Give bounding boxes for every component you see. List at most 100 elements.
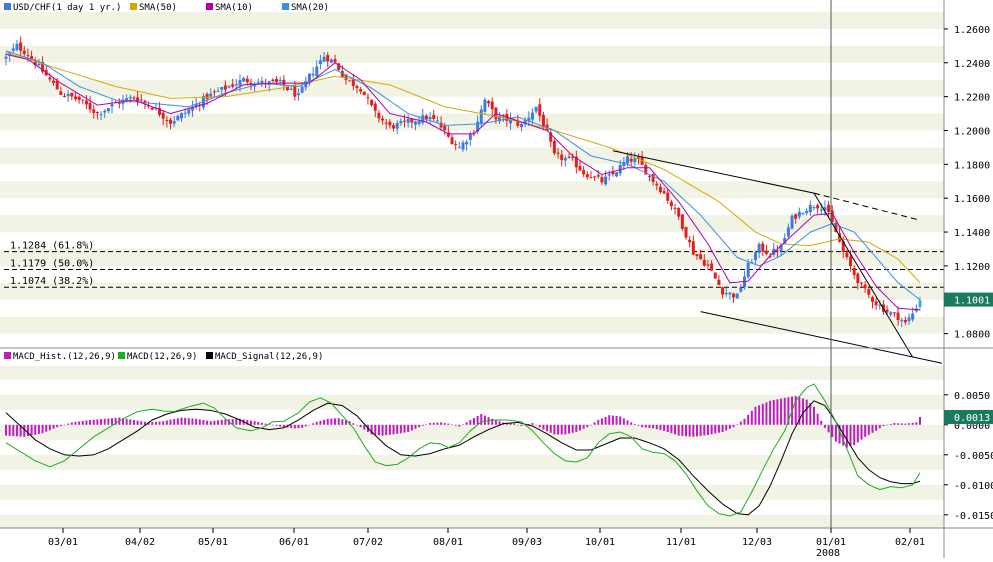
histogram-bar (600, 418, 603, 425)
histogram-bar (37, 424, 40, 434)
candle-body (695, 254, 699, 256)
histogram-bar (919, 417, 921, 425)
candle-body (706, 264, 710, 266)
price-tick-label: 1.1600 (954, 194, 990, 205)
histogram-bar (388, 424, 391, 435)
price-legend-swatch (206, 3, 213, 10)
histogram-bar (151, 422, 154, 425)
candle-body (849, 256, 853, 267)
histogram-bar (571, 424, 574, 433)
histogram-bar (8, 424, 11, 436)
candle-body (95, 111, 99, 114)
histogram-bar (414, 424, 417, 429)
histogram-bar (754, 406, 757, 425)
candle-body (680, 214, 684, 229)
histogram-bar (886, 424, 889, 426)
candle-body (231, 84, 235, 87)
candle-body (538, 104, 542, 116)
candle-body (552, 140, 556, 154)
histogram-bar (297, 424, 300, 429)
histogram-bar (867, 424, 870, 435)
candle-body (560, 154, 564, 160)
price-legend-label: USD/CHF(1 day 1 yr.) (13, 3, 121, 13)
histogram-bar (381, 424, 384, 436)
histogram-bar (67, 423, 70, 425)
candle-body (278, 79, 282, 82)
candle-body (450, 137, 454, 144)
histogram-bar (739, 421, 742, 425)
candle-body (903, 319, 907, 323)
price-band (0, 12, 944, 29)
candle-body (896, 312, 900, 321)
histogram-bar (41, 424, 44, 434)
histogram-bar (750, 410, 753, 425)
chart-canvas[interactable]: 1.1284 (61.8%) 1.1179 (50.0%) 1.1074 (38.2… (0, 0, 993, 559)
candle-body (435, 120, 439, 122)
histogram-bar (74, 421, 77, 425)
histogram-bar (827, 424, 830, 433)
histogram-bar (462, 424, 464, 425)
histogram-bar (92, 419, 95, 425)
histogram-bar (655, 424, 658, 430)
histogram-bar (553, 424, 556, 435)
histogram-bar (622, 418, 625, 425)
histogram-bar (308, 424, 311, 426)
histogram-bar (301, 424, 304, 428)
candle-body (885, 309, 889, 313)
histogram-bar (26, 424, 29, 437)
candle-body (534, 106, 538, 112)
candle-body (410, 119, 414, 123)
histogram-bar (659, 424, 662, 430)
histogram-bar (158, 421, 161, 425)
histogram-bar (330, 418, 333, 425)
histogram-bar (721, 424, 724, 432)
histogram-bar (275, 424, 278, 426)
candle-body (658, 186, 662, 193)
candle-body (322, 56, 326, 62)
histogram-bar (132, 420, 135, 425)
candle-body (907, 317, 911, 322)
histogram-bar (831, 424, 834, 437)
candle-body (381, 118, 385, 121)
histogram-bar (202, 420, 205, 425)
price-band (0, 147, 944, 165)
histogram-bar (644, 424, 647, 428)
candle-body (808, 204, 812, 213)
histogram-bar (249, 420, 252, 425)
macd-tick-label: -0.0100 (954, 481, 993, 492)
histogram-bar (772, 400, 775, 425)
candle-body (465, 141, 469, 145)
chart-window: 1.1284 (61.8%) 1.1179 (50.0%) 1.1074 (38.2… (0, 0, 993, 559)
candle-body (399, 120, 403, 124)
candle-body (443, 125, 447, 131)
candle-body (139, 99, 143, 101)
histogram-bar (52, 424, 55, 429)
histogram-bar (747, 414, 750, 425)
histogram-bar (341, 419, 344, 425)
candle-body (600, 177, 604, 183)
candle-body (48, 77, 52, 80)
histogram-bar (443, 423, 446, 425)
candle-body (366, 97, 370, 99)
candle-body (629, 158, 633, 162)
price-band (0, 215, 944, 233)
price-legend-swatch (130, 3, 137, 10)
candle-body (73, 96, 77, 100)
price-legend-label: SMA(10) (215, 3, 253, 13)
histogram-bar (107, 418, 110, 425)
price-band (0, 282, 944, 300)
candle-body (403, 120, 407, 122)
candle-body (26, 54, 30, 56)
histogram-bar (480, 414, 483, 425)
histogram-bar (458, 424, 461, 427)
price-panel-bands (0, 12, 944, 334)
histogram-bar (688, 424, 691, 437)
candle-body (424, 115, 428, 119)
candle-body (289, 88, 293, 90)
candle-body (227, 86, 231, 88)
candle-body (293, 86, 297, 97)
price-tick-label: 1.0800 (954, 330, 990, 341)
histogram-bar (410, 424, 413, 431)
histogram-bar (220, 419, 223, 425)
histogram-bar (889, 424, 892, 425)
